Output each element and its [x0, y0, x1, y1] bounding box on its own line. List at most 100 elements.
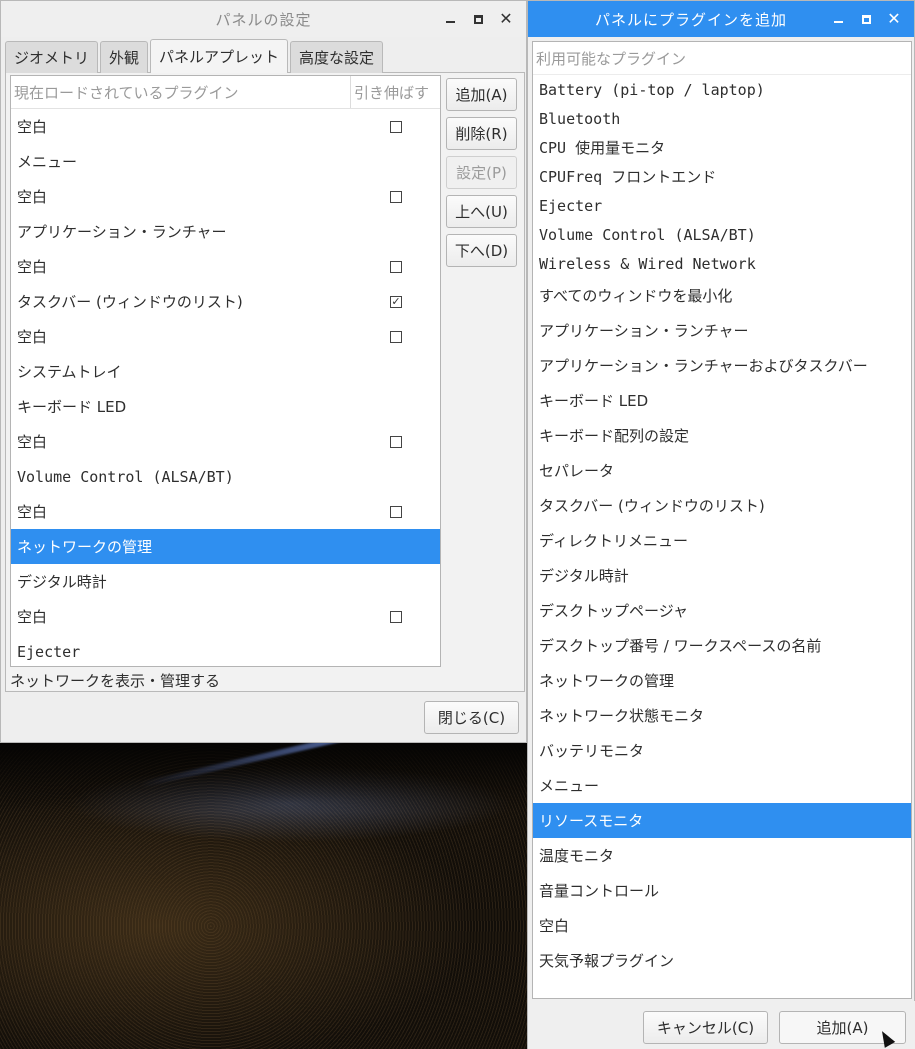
available-plugin-label: Wireless & Wired Network: [539, 254, 756, 273]
available-plugin-label: Volume Control (ALSA/BT): [539, 225, 756, 244]
loaded-plugin-label: システムトレイ: [17, 363, 122, 381]
move-down-button[interactable]: 下へ(D): [446, 234, 517, 267]
close-window-button[interactable]: ✕: [492, 1, 520, 37]
loaded-plugin-row[interactable]: 空白: [11, 249, 440, 284]
available-plugin-row[interactable]: すべてのウィンドウを最小化: [533, 278, 911, 313]
minimize-icon: [833, 21, 843, 23]
loaded-plugin-label: キーボード LED: [17, 398, 127, 416]
column-available-plugins[interactable]: 利用可能なプラグイン: [533, 42, 911, 75]
loaded-plugin-row[interactable]: 空白: [11, 179, 440, 214]
available-plugin-row[interactable]: CPUFreq フロントエンド: [533, 162, 911, 191]
add-plugin-button[interactable]: 追加(A): [446, 78, 517, 111]
loaded-plugin-row[interactable]: システムトレイ: [11, 354, 440, 389]
loaded-plugin-row[interactable]: アプリケーション・ランチャー: [11, 214, 440, 249]
available-plugin-row[interactable]: Bluetooth: [533, 104, 911, 133]
maximize-button[interactable]: [852, 1, 880, 37]
column-stretch[interactable]: 引き伸ばす: [351, 82, 440, 103]
available-plugin-row[interactable]: アプリケーション・ランチャーおよびタスクバー: [533, 348, 911, 383]
loaded-plugin-label: 空白: [17, 258, 48, 276]
loaded-plugin-row[interactable]: タスクバー (ウィンドウのリスト) ✓: [11, 284, 440, 319]
available-plugin-row[interactable]: 音量コントロール: [533, 873, 911, 908]
settings-window-title: パネルの設定: [215, 10, 312, 29]
stretch-checkbox[interactable]: [390, 611, 402, 623]
available-plugin-row[interactable]: Ejecter: [533, 191, 911, 220]
desktop-wallpaper: [0, 742, 527, 1049]
stretch-checkbox[interactable]: [390, 121, 402, 133]
loaded-plugin-row[interactable]: 空白: [11, 319, 440, 354]
loaded-plugin-label: デジタル時計: [17, 573, 107, 591]
close-button[interactable]: 閉じる(C): [424, 701, 519, 734]
stretch-checkbox[interactable]: [390, 261, 402, 273]
available-plugin-row[interactable]: デジタル時計: [533, 558, 911, 593]
move-up-button[interactable]: 上へ(U): [446, 195, 517, 228]
loaded-plugin-row[interactable]: 空白: [11, 109, 440, 144]
loaded-plugin-row[interactable]: Volume Control (ALSA/BT): [11, 459, 440, 494]
minimize-button[interactable]: [436, 1, 464, 37]
available-plugin-row[interactable]: デスクトップページャ: [533, 593, 911, 628]
loaded-plugin-rows: 空白 メニュー 空白 アプリケーション・ランチャー 空白 タスクバー (ウィンドウのリスト…: [11, 109, 440, 666]
available-plugin-row[interactable]: Battery (pi-top / laptop): [533, 75, 911, 104]
tab-panel-applets[interactable]: パネルアプレット: [150, 39, 289, 73]
plugin-preferences-button[interactable]: 設定(P): [446, 156, 517, 189]
available-plugin-row[interactable]: バッテリモニタ: [533, 733, 911, 768]
available-plugin-row[interactable]: キーボード LED: [533, 383, 911, 418]
available-plugin-row[interactable]: ネットワーク状態モニタ: [533, 698, 911, 733]
add-plugin-titlebar[interactable]: パネルにプラグインを追加 ✕: [528, 1, 914, 37]
available-plugin-label: ディレクトリメニュー: [539, 532, 688, 550]
loaded-plugin-row[interactable]: ネットワークの管理: [11, 529, 440, 564]
tab-advanced[interactable]: 高度な設定: [290, 41, 384, 73]
loaded-plugin-label: Ejecter: [17, 642, 81, 661]
loaded-plugin-row[interactable]: 空白: [11, 599, 440, 634]
available-plugin-row[interactable]: Volume Control (ALSA/BT): [533, 220, 911, 249]
loaded-plugin-row[interactable]: Ejecter: [11, 634, 440, 666]
available-plugin-row[interactable]: セパレータ: [533, 453, 911, 488]
available-plugins-list[interactable]: 利用可能なプラグイン Battery (pi-top / laptop) Blue…: [532, 41, 912, 999]
close-window-button[interactable]: ✕: [880, 1, 908, 37]
maximize-button[interactable]: [464, 1, 492, 37]
plugin-description: ネットワークを表示・管理する: [10, 672, 221, 690]
available-plugin-row[interactable]: タスクバー (ウィンドウのリスト): [533, 488, 911, 523]
available-plugin-row[interactable]: デスクトップ番号 / ワークスペースの名前: [533, 628, 911, 663]
available-plugin-label: CPUFreq フロントエンド: [539, 168, 717, 186]
available-plugin-row[interactable]: メニュー: [533, 768, 911, 803]
available-plugin-row[interactable]: Wireless & Wired Network: [533, 249, 911, 278]
available-plugin-row[interactable]: アプリケーション・ランチャー: [533, 313, 911, 348]
maximize-icon: [861, 14, 871, 24]
loaded-plugin-row[interactable]: キーボード LED: [11, 389, 440, 424]
available-plugin-label: タスクバー (ウィンドウのリスト): [539, 497, 765, 515]
maximize-icon: [473, 14, 483, 24]
loaded-plugin-label: アプリケーション・ランチャー: [17, 223, 227, 241]
remove-plugin-button[interactable]: 削除(R): [446, 117, 517, 150]
stretch-checkbox[interactable]: [390, 506, 402, 518]
cancel-button[interactable]: キャンセル(C): [643, 1011, 768, 1044]
settings-titlebar[interactable]: パネルの設定 ✕: [1, 1, 526, 37]
available-plugin-label: リソースモニタ: [539, 812, 644, 830]
stretch-checkbox[interactable]: [390, 191, 402, 203]
available-plugin-row[interactable]: 温度モニタ: [533, 838, 911, 873]
available-plugin-row[interactable]: ディレクトリメニュー: [533, 523, 911, 558]
available-plugin-row[interactable]: 空白: [533, 908, 911, 943]
available-plugin-row[interactable]: リソースモニタ: [533, 803, 911, 838]
minimize-button[interactable]: [824, 1, 852, 37]
panel-settings-window: パネルの設定 ✕ ジオメトリ 外観 パネルアプレット 高度な設定 現在ロードされ…: [0, 0, 527, 743]
loaded-plugin-label: 空白: [17, 503, 48, 521]
stretch-checkbox[interactable]: [390, 331, 402, 343]
add-plugin-window: パネルにプラグインを追加 ✕ 利用可能なプラグイン Battery (pi-to…: [527, 0, 915, 1049]
loaded-plugins-list[interactable]: 現在ロードされているプラグイン 引き伸ばす 空白 メニュー 空白 アプリケーション・ラ…: [10, 75, 441, 667]
tab-appearance[interactable]: 外観: [100, 41, 149, 73]
loaded-plugin-row[interactable]: デジタル時計: [11, 564, 440, 599]
stretch-checkbox[interactable]: ✓: [390, 296, 402, 308]
available-plugin-row[interactable]: キーボード配列の設定: [533, 418, 911, 453]
stretch-checkbox[interactable]: [390, 436, 402, 448]
loaded-plugin-row[interactable]: 空白: [11, 494, 440, 529]
available-plugin-row[interactable]: ネットワークの管理: [533, 663, 911, 698]
available-plugin-rows: Battery (pi-top / laptop) Bluetooth CPU 使用…: [533, 75, 911, 978]
column-plugin-name[interactable]: 現在ロードされているプラグイン: [11, 76, 351, 108]
loaded-plugin-label: ネットワークの管理: [17, 538, 153, 556]
available-plugin-row[interactable]: 天気予報プラグイン: [533, 943, 911, 978]
available-plugin-label: アプリケーション・ランチャーおよびタスクバー: [539, 357, 868, 375]
loaded-plugin-row[interactable]: 空白: [11, 424, 440, 459]
loaded-plugin-row[interactable]: メニュー: [11, 144, 440, 179]
available-plugin-row[interactable]: CPU 使用量モニタ: [533, 133, 911, 162]
tab-geometry[interactable]: ジオメトリ: [5, 41, 99, 73]
